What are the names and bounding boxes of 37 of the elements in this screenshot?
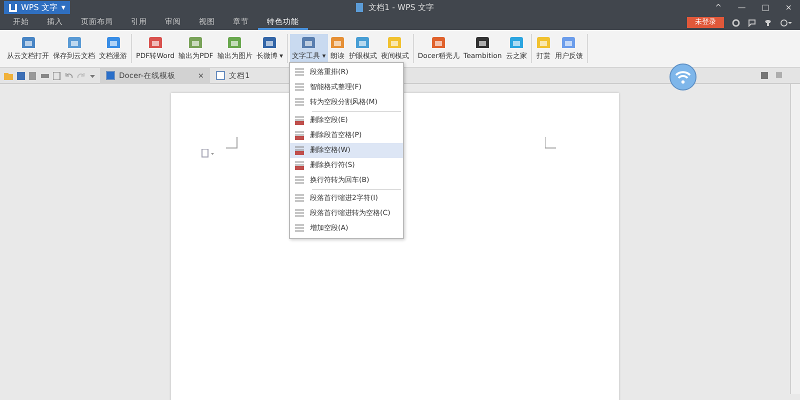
save-icon[interactable]	[17, 72, 25, 80]
lines-icon	[295, 161, 304, 170]
lines-icon	[295, 209, 304, 218]
paste-options-icon[interactable]	[201, 149, 215, 158]
settings-icon[interactable]	[732, 18, 740, 26]
lines-icon	[295, 131, 304, 140]
close-button[interactable]: ×	[785, 2, 792, 14]
lines-icon	[295, 98, 304, 107]
tab-list-icon[interactable]	[776, 72, 784, 79]
minimize-button[interactable]: —	[738, 2, 746, 14]
lines-icon	[295, 224, 304, 233]
lines-icon	[295, 194, 304, 203]
scrollbar[interactable]	[790, 84, 800, 394]
lines-icon	[295, 176, 304, 185]
document-icon	[355, 3, 364, 12]
window-title: 文档1 - WPS 文字	[368, 2, 434, 14]
lines-icon	[295, 83, 304, 92]
undo-icon[interactable]	[65, 72, 73, 80]
app-menu-button[interactable]: WPS 文字 ▾	[4, 1, 70, 14]
export-icon[interactable]	[29, 72, 37, 80]
lines-icon	[295, 116, 304, 125]
lines-icon	[295, 146, 304, 155]
print-icon[interactable]	[41, 72, 49, 80]
chat-icon[interactable]	[748, 18, 756, 26]
logo-icon	[9, 4, 17, 12]
help-icon[interactable]	[780, 18, 792, 26]
document-icon	[216, 71, 225, 80]
redo-icon[interactable]	[77, 72, 85, 80]
document-icon	[106, 71, 115, 80]
shirt-icon[interactable]	[764, 18, 772, 26]
preview-icon[interactable]	[53, 72, 61, 80]
corner-mark	[226, 137, 238, 149]
maximize-button[interactable]: □	[762, 2, 770, 14]
corner-mark	[545, 137, 557, 149]
folder-icon[interactable]	[4, 72, 13, 80]
lines-icon	[295, 68, 304, 77]
minimize-ribbon-button[interactable]: ^	[715, 2, 722, 14]
